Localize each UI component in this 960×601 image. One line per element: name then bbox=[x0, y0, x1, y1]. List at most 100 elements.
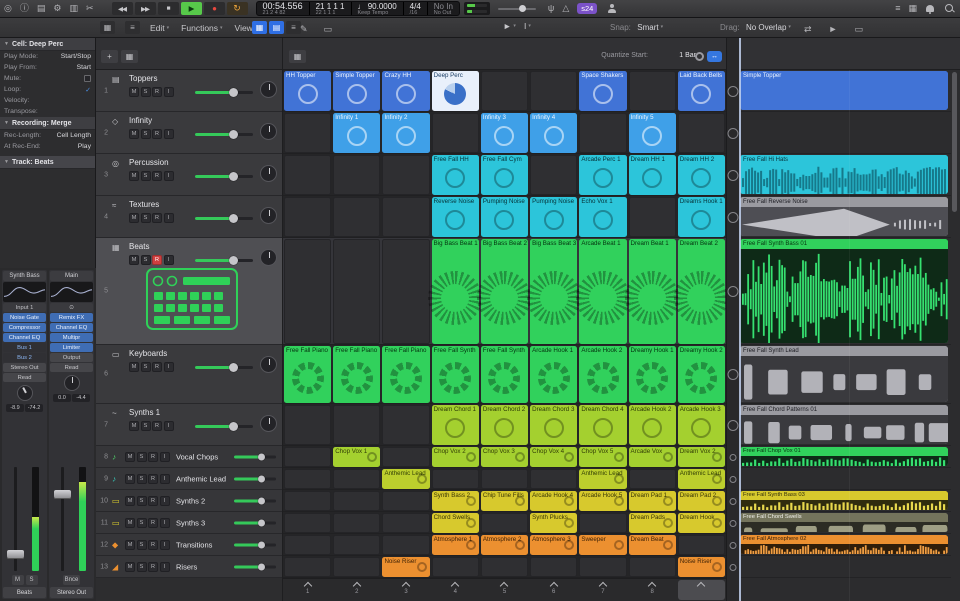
track-s-button[interactable]: S bbox=[137, 540, 147, 550]
loop-cell[interactable]: Dream Hook bbox=[678, 513, 725, 533]
track-volume-slider[interactable] bbox=[234, 565, 276, 568]
inspector-row-value[interactable]: Start/Stop bbox=[61, 53, 91, 60]
empty-cell[interactable] bbox=[530, 71, 577, 111]
inspector-row[interactable]: Mute: bbox=[0, 73, 95, 84]
empty-cell[interactable] bbox=[481, 513, 528, 533]
empty-cell[interactable] bbox=[481, 557, 528, 577]
loop-cell[interactable]: Anthemic Lead bbox=[678, 469, 725, 489]
fader-cap[interactable] bbox=[7, 550, 24, 559]
plugin-slot[interactable]: Compressor bbox=[3, 323, 46, 332]
arrange-lane[interactable]: Free Fall Chop Vox 01 bbox=[740, 446, 951, 468]
plugin-slot[interactable]: Channel EQ bbox=[50, 323, 93, 332]
divider-cell-indicator[interactable] bbox=[728, 170, 739, 181]
track-pan-knob[interactable] bbox=[260, 123, 277, 140]
track-header-row[interactable]: 2◇InfinityMSRI bbox=[96, 112, 283, 154]
menu-edit[interactable]: Edit▾ bbox=[150, 23, 169, 33]
track-s-button[interactable]: S bbox=[137, 496, 147, 506]
track-i-button[interactable]: I bbox=[164, 171, 174, 181]
region[interactable]: Free Fall Chord Swells bbox=[740, 513, 948, 532]
track-pan-knob[interactable] bbox=[260, 165, 277, 182]
loop-cell[interactable]: Infinity 3 bbox=[481, 113, 528, 153]
pan-knob[interactable] bbox=[64, 375, 80, 391]
loop-cell[interactable]: Dreamy Hook 1 bbox=[629, 346, 676, 403]
loop-cell[interactable]: Dream Pad 1 bbox=[629, 491, 676, 511]
empty-cell[interactable] bbox=[333, 239, 380, 344]
loop-cell[interactable]: Free Fall Piano bbox=[284, 346, 331, 403]
fader-cap[interactable] bbox=[54, 490, 71, 499]
track-s-button[interactable]: S bbox=[137, 452, 147, 462]
track-header-row[interactable]: 12◆TransitionsMSRI bbox=[96, 534, 283, 556]
inspector-row[interactable]: At Rec-End:Play bbox=[0, 141, 95, 152]
track-s-button[interactable]: S bbox=[137, 474, 147, 484]
empty-cell[interactable] bbox=[284, 113, 331, 153]
empty-cell[interactable] bbox=[382, 447, 429, 467]
scene-trigger[interactable]: 6 bbox=[530, 580, 577, 600]
loop-cell[interactable]: Dreamy Hook 2 bbox=[678, 346, 725, 403]
loop-cell[interactable]: Chop Vox 5 bbox=[579, 447, 626, 467]
track-s-button[interactable]: S bbox=[141, 255, 151, 265]
track-m-button[interactable]: M bbox=[129, 171, 139, 181]
loop-cell[interactable]: Arcade Hook 4 bbox=[530, 491, 577, 511]
grid-arrange-divider[interactable] bbox=[726, 38, 740, 601]
patch-name-button[interactable]: Main bbox=[50, 271, 93, 281]
loop-cell[interactable]: Arcade Hook 5 bbox=[579, 491, 626, 511]
fader[interactable] bbox=[3, 465, 46, 573]
empty-cell[interactable] bbox=[284, 491, 331, 511]
track-inspector-header[interactable]: ▼ Track: Beats bbox=[0, 156, 95, 169]
empty-cell[interactable] bbox=[481, 469, 528, 489]
empty-cell[interactable] bbox=[284, 239, 331, 344]
track-m-button[interactable]: M bbox=[125, 540, 135, 550]
track-m-button[interactable]: M bbox=[125, 562, 135, 572]
grid-view-icon[interactable]: ▦ bbox=[908, 0, 917, 17]
grid-view-button[interactable]: ▦ bbox=[252, 21, 267, 34]
track-volume-slider[interactable] bbox=[195, 217, 253, 220]
track-volume-slider[interactable] bbox=[195, 91, 253, 94]
divider-cell-indicator[interactable] bbox=[730, 454, 737, 461]
pan-value[interactable]: -8.9 bbox=[6, 404, 24, 412]
slider-knob[interactable] bbox=[258, 541, 265, 548]
performance-recording-icon[interactable] bbox=[695, 52, 704, 61]
slider-knob[interactable] bbox=[229, 363, 238, 372]
track-r-button[interactable]: R bbox=[152, 213, 162, 223]
track-s-button[interactable]: S bbox=[141, 213, 151, 223]
loop-cell[interactable]: Infinity 4 bbox=[530, 113, 577, 153]
cycle-button[interactable]: ↻ bbox=[227, 2, 248, 15]
track-r-button[interactable]: R bbox=[152, 255, 162, 265]
empty-cell[interactable] bbox=[382, 405, 429, 445]
loop-cell[interactable]: Chop Vox 2 bbox=[432, 447, 479, 467]
track-m-button[interactable]: M bbox=[129, 421, 139, 431]
loop-cell[interactable]: Pumping Noise bbox=[481, 197, 528, 237]
track-s-button[interactable]: S bbox=[141, 171, 151, 181]
loop-cell[interactable]: Dream Chord 2 bbox=[481, 405, 528, 445]
empty-cell[interactable] bbox=[333, 557, 380, 577]
loop-cell[interactable]: Arcade Hook 3 bbox=[678, 405, 725, 445]
search-icon[interactable] bbox=[945, 4, 954, 13]
divider-cell-indicator[interactable] bbox=[730, 564, 737, 571]
slider-knob[interactable] bbox=[229, 422, 238, 431]
region[interactable]: Free Fall Chord Patterns 01 bbox=[740, 405, 948, 444]
inspector-row[interactable]: Loop:✓ bbox=[0, 84, 95, 95]
empty-cell[interactable] bbox=[432, 113, 479, 153]
eq-thumbnail[interactable] bbox=[3, 282, 46, 302]
region[interactable]: Free Fall Reverse Noise bbox=[740, 197, 948, 236]
empty-cell[interactable] bbox=[530, 557, 577, 577]
scene-trigger[interactable]: 8 bbox=[629, 580, 676, 600]
loop-cell[interactable]: Dream Chord 1 bbox=[432, 405, 479, 445]
track-i-button[interactable]: I bbox=[160, 518, 170, 528]
track-r-button[interactable]: R bbox=[148, 518, 158, 528]
loop-cell[interactable]: Free Fall Piano bbox=[333, 346, 380, 403]
loop-cell[interactable]: Reverse Noise bbox=[432, 197, 479, 237]
track-i-button[interactable]: I bbox=[160, 496, 170, 506]
track-volume-slider[interactable] bbox=[195, 366, 253, 369]
arrange-lane[interactable]: Free Fall Reverse Noise bbox=[740, 196, 951, 238]
track-i-button[interactable]: I bbox=[164, 421, 174, 431]
fader[interactable] bbox=[50, 465, 93, 573]
rewind-button[interactable]: ◀◀ bbox=[112, 2, 133, 15]
loop-cell[interactable]: Free Fall Cym bbox=[481, 155, 528, 195]
collaboration-badge[interactable]: s24 bbox=[577, 3, 597, 14]
loop-cell[interactable]: Dream Pads bbox=[629, 513, 676, 533]
loop-cell[interactable]: Dream Pad 2 bbox=[678, 491, 725, 511]
empty-cell[interactable] bbox=[579, 557, 626, 577]
swap-icon[interactable]: ⇄ bbox=[804, 21, 812, 38]
loop-cell[interactable]: Crazy HH bbox=[382, 71, 429, 111]
